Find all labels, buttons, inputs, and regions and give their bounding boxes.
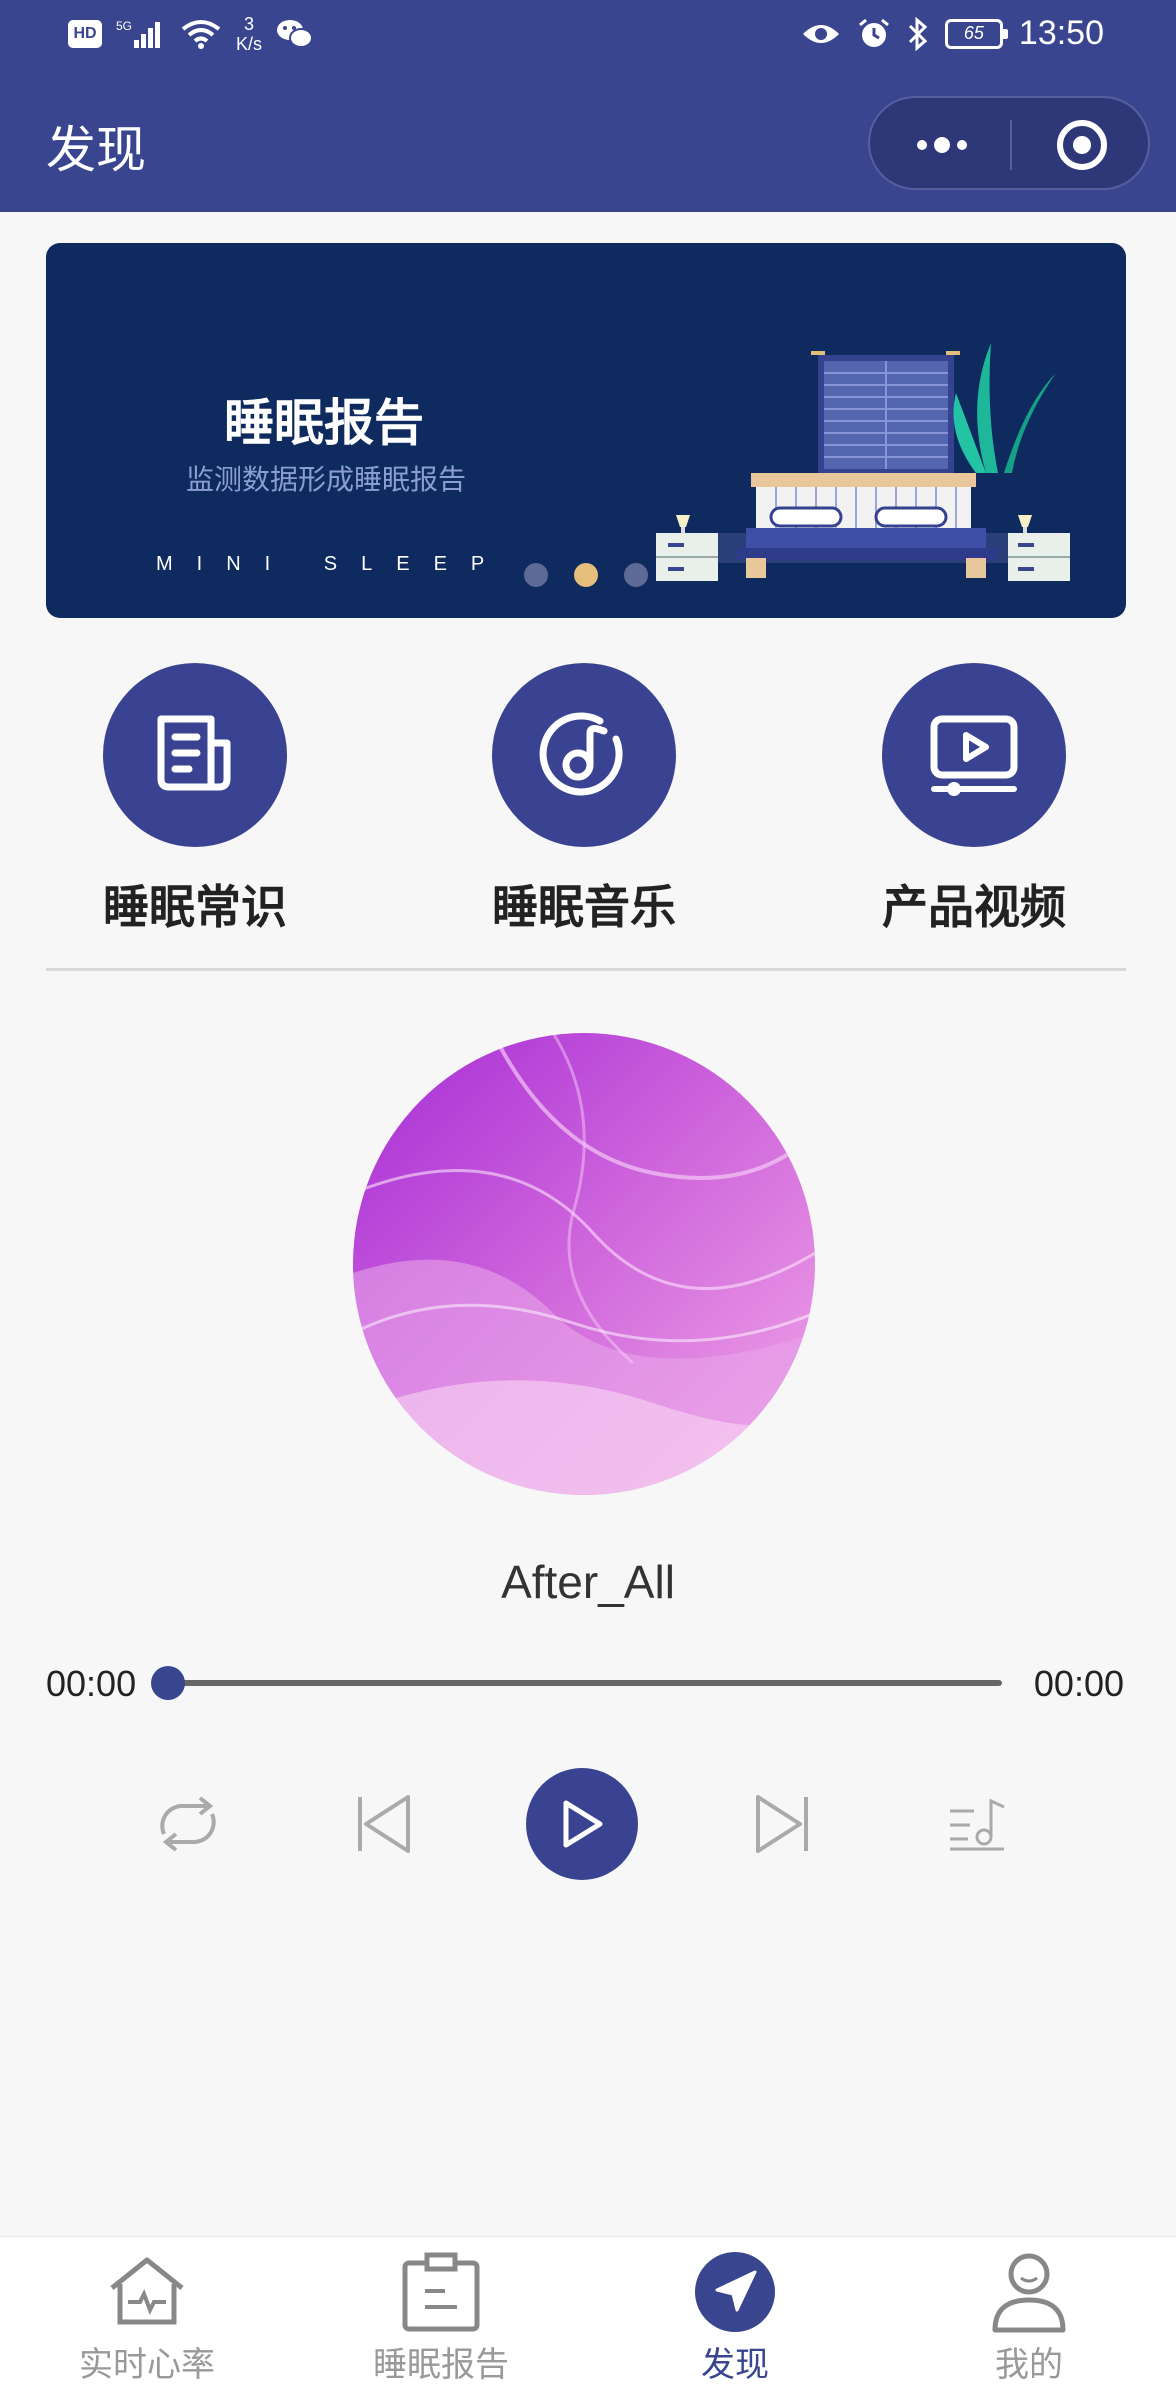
status-bar: HD 5G 3 K/s 65 13:50 (0, 0, 1176, 76)
user-icon (992, 2253, 1066, 2333)
bluetooth-icon (908, 16, 928, 51)
category-icon-circle[interactable] (882, 663, 1066, 847)
progress-slider[interactable] (151, 1666, 1002, 1700)
network-speed: 3 K/s (236, 14, 263, 54)
video-icon (930, 715, 1018, 796)
carousel-dot-active[interactable] (574, 563, 598, 587)
alarm-icon (858, 18, 889, 47)
app-header: HD 5G 3 K/s 65 13:50 发现 (0, 0, 1176, 212)
category-product-video[interactable]: 产品视频 (844, 663, 1104, 937)
category-label: 睡眠音乐 (492, 880, 676, 934)
current-time: 00:00 (46, 1663, 137, 1704)
tab-discover[interactable]: 发现 (635, 2247, 835, 2386)
category-sleep-knowledge[interactable]: 睡眠常识 (65, 663, 325, 937)
previous-button[interactable] (344, 1768, 424, 1880)
tab-sleep-report[interactable]: 睡眠报告 (341, 2247, 541, 2386)
playlist-button[interactable] (938, 1768, 1018, 1880)
skip-next-icon (756, 1795, 808, 1853)
tab-heart-rate[interactable]: 实时心率 (47, 2247, 247, 2386)
next-button[interactable] (742, 1768, 822, 1880)
total-time: 00:00 (1033, 1663, 1124, 1704)
hd-badge: HD (68, 20, 102, 48)
skip-previous-icon (358, 1795, 410, 1853)
category-label: 睡眠常识 (103, 880, 287, 934)
wechat-icon (277, 20, 314, 48)
section-divider (46, 968, 1126, 971)
tab-label: 发现 (701, 2345, 769, 2385)
status-time: 13:50 (1018, 14, 1104, 52)
eye-icon (802, 24, 839, 43)
play-icon (563, 1800, 603, 1848)
song-title: After_All (501, 1556, 675, 1608)
navigation-arrow-icon (695, 2252, 775, 2332)
music-note-icon (539, 712, 623, 796)
category-label: 产品视频 (882, 880, 1066, 934)
category-icon-circle[interactable] (103, 663, 287, 847)
heart-rate-home-icon (110, 2257, 184, 2325)
page-title: 发现 (46, 121, 146, 179)
carousel-dot[interactable] (524, 563, 548, 587)
banner-subtitle: 监测数据形成睡眠报告 (186, 463, 467, 496)
playlist-music-icon (950, 1798, 1005, 1851)
tab-mine[interactable]: 我的 (929, 2247, 1129, 2386)
tab-label: 睡眠报告 (373, 2345, 509, 2385)
bedroom-illustration (656, 343, 1070, 581)
play-button[interactable] (526, 1768, 638, 1880)
progress-thumb[interactable] (151, 1666, 185, 1700)
banner-carousel[interactable]: 睡眠报告 监测数据形成睡眠报告 MINI SLEEP (46, 243, 1126, 618)
album-cover (353, 1033, 815, 1495)
category-icon-circle[interactable] (492, 663, 676, 847)
battery-indicator: 65 (944, 18, 1008, 49)
svg-text:5G: 5G (116, 19, 132, 33)
category-sleep-music[interactable]: 睡眠音乐 (454, 663, 714, 937)
cellular-signal-icon: 5G (116, 19, 160, 48)
more-options-icon[interactable] (912, 128, 972, 162)
banner-title: 睡眠报告 (224, 394, 424, 452)
banner-brand: MINI SLEEP (156, 553, 509, 575)
loop-button[interactable] (148, 1768, 228, 1880)
tab-label: 实时心率 (79, 2345, 215, 2385)
miniprogram-capsule (868, 96, 1150, 190)
close-miniprogram-icon[interactable] (1054, 117, 1110, 173)
tab-bar: 实时心率 睡眠报告 发现 我的 (0, 2236, 1176, 2400)
tab-label: 我的 (995, 2345, 1063, 2385)
document-icon (157, 715, 231, 791)
loop-icon (160, 1796, 216, 1852)
capsule-divider (1010, 120, 1012, 170)
wifi-icon (181, 20, 221, 49)
clipboard-icon (402, 2252, 480, 2332)
